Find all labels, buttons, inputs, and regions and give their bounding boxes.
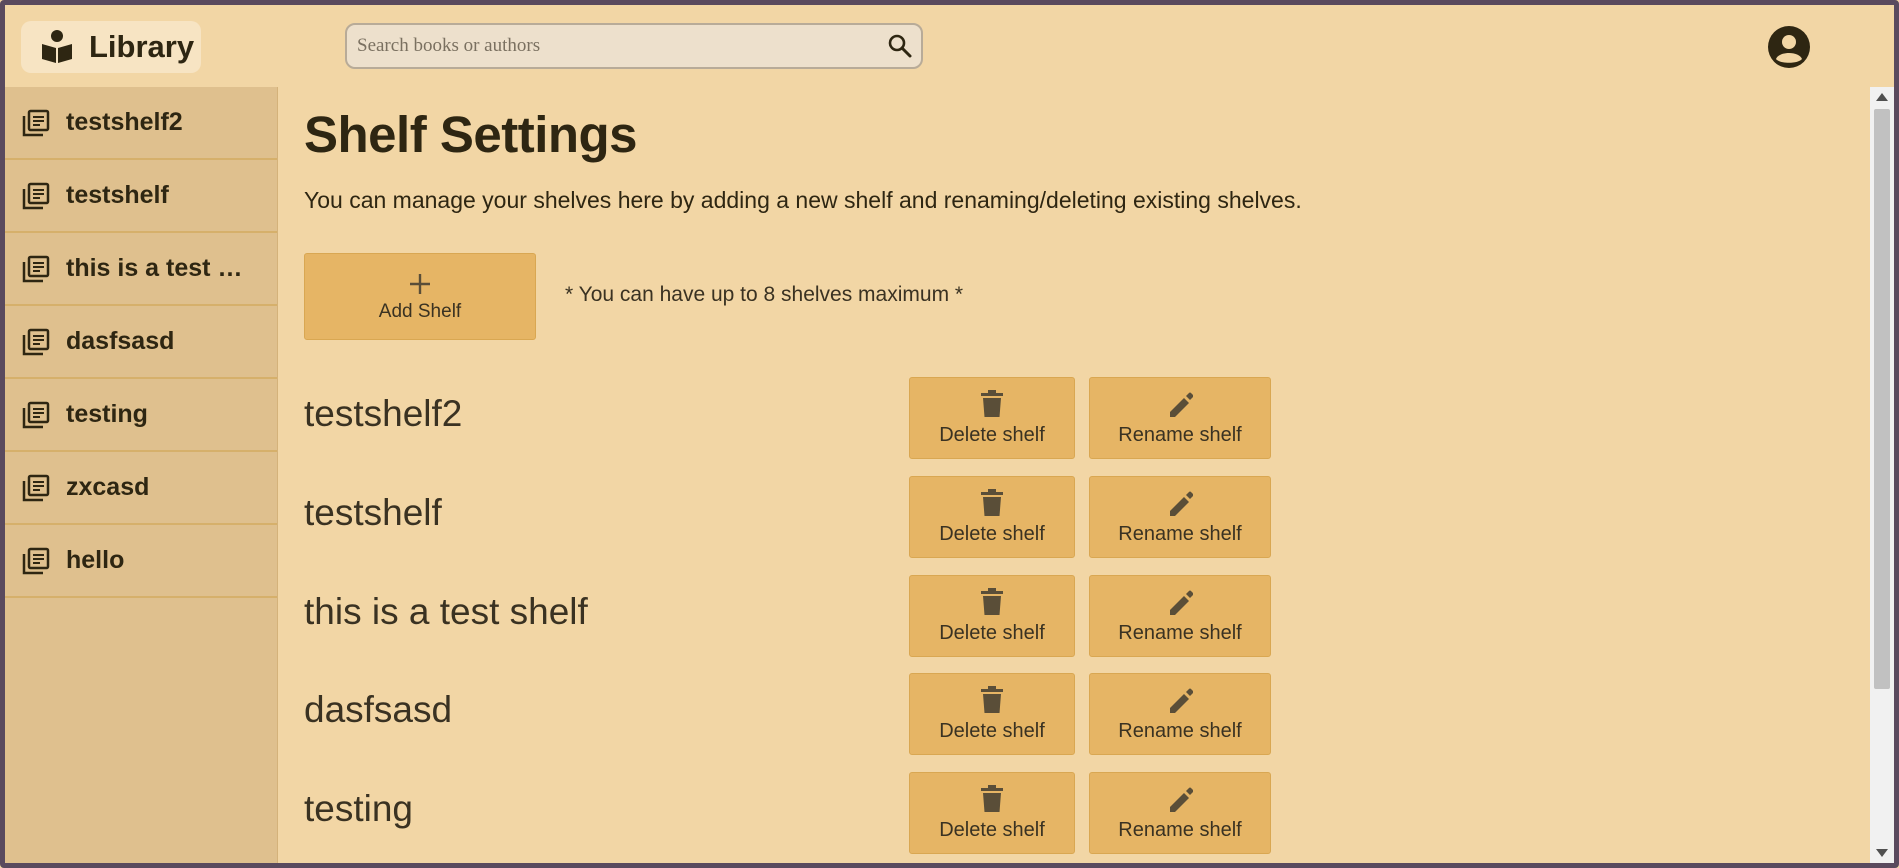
trash-icon [981,389,1003,417]
pencil-icon [1170,491,1193,516]
shelf-row: testshelf2 Delete shelf Rename shelf [304,377,1304,459]
rename-shelf-button[interactable]: Rename shelf [1089,673,1271,755]
top-header: Library [5,5,1894,87]
delete-shelf-button[interactable]: Delete shelf [909,476,1075,558]
rename-shelf-button[interactable]: Rename shelf [1089,377,1271,459]
sidebar-item-label: this is a test sh... [66,254,256,282]
sidebar-item-this-is-a-test-shelf[interactable]: this is a test sh... [5,233,277,306]
rename-shelf-button[interactable]: Rename shelf [1089,575,1271,657]
plus-icon [410,273,430,294]
library-books-icon [22,547,50,574]
pencil-icon [1170,392,1193,417]
search-icon[interactable] [887,33,913,59]
library-books-icon [22,109,50,136]
sidebar-item-hello[interactable]: hello [5,525,277,598]
sidebar-item-label: testshelf [66,181,169,209]
sidebar-item-label: testshelf2 [66,108,183,136]
trash-icon [981,784,1003,812]
trash-icon [981,587,1003,615]
delete-shelf-button[interactable]: Delete shelf [909,673,1075,755]
sidebar-item-label: testing [66,400,148,428]
rename-shelf-label: Rename shelf [1118,423,1242,446]
delete-shelf-button[interactable]: Delete shelf [909,772,1075,854]
shelf-name: testshelf2 [304,393,463,434]
library-books-icon [22,474,50,501]
book-reader-icon [42,30,72,63]
sidebar-item-zxcasd[interactable]: zxcasd [5,452,277,525]
library-logo[interactable]: Library [21,21,201,73]
delete-shelf-label: Delete shelf [939,423,1045,446]
add-shelf-button[interactable]: Add Shelf [304,253,536,340]
app-name: Library [89,29,195,64]
library-books-icon [22,255,50,282]
sidebar-item-dasfsasd[interactable]: dasfsasd [5,306,277,379]
scroll-down-arrow-icon[interactable] [1876,849,1888,857]
pencil-icon [1170,590,1193,615]
pencil-icon [1170,688,1193,713]
page-description: You can manage your shelves here by addi… [304,187,1302,213]
pencil-icon [1170,787,1193,812]
search-input[interactable] [355,24,887,68]
shelf-name: testshelf [304,492,442,533]
sidebar-item-testing[interactable]: testing [5,379,277,452]
rename-shelf-label: Rename shelf [1118,818,1242,841]
add-shelf-label: Add Shelf [378,300,462,322]
vertical-scrollbar[interactable] [1870,87,1894,863]
delete-shelf-label: Delete shelf [939,818,1045,841]
sidebar-item-label: hello [66,546,125,574]
rename-shelf-label: Rename shelf [1118,522,1242,545]
shelf-name: dasfsasd [304,689,453,730]
main-content: Shelf Settings You can manage your shelv… [278,87,1870,863]
library-books-icon [22,328,50,355]
rename-shelf-label: Rename shelf [1118,719,1242,742]
delete-shelf-button[interactable]: Delete shelf [909,377,1075,459]
trash-icon [981,685,1003,713]
scrollbar-thumb[interactable] [1874,109,1890,689]
trash-icon [981,488,1003,516]
library-books-icon [22,182,50,209]
delete-shelf-label: Delete shelf [939,621,1045,644]
page-title: Shelf Settings [304,106,638,163]
rename-shelf-button[interactable]: Rename shelf [1089,476,1271,558]
library-books-icon [22,401,50,428]
shelf-row: testing Delete shelf Rename shelf [304,772,1304,854]
scroll-up-arrow-icon[interactable] [1876,93,1888,101]
delete-shelf-label: Delete shelf [939,719,1045,742]
shelf-row: testshelf Delete shelf Rename shelf [304,476,1304,558]
sidebar-item-testshelf[interactable]: testshelf [5,160,277,233]
sidebar: testshelf2 testshelf this is a test sh..… [5,87,278,863]
shelf-row: this is a test shelf Delete shelf Rename… [304,575,1304,657]
delete-shelf-label: Delete shelf [939,522,1045,545]
shelf-name: this is a test shelf [304,591,588,632]
search-bar [345,23,923,69]
delete-shelf-button[interactable]: Delete shelf [909,575,1075,657]
shelf-limit-note: * You can have up to 8 shelves maximum * [565,283,964,306]
shelf-name: testing [304,788,414,829]
user-avatar-icon[interactable] [1767,25,1811,69]
sidebar-item-label: dasfsasd [66,327,175,355]
shelf-row: dasfsasd Delete shelf Rename shelf [304,673,1304,755]
sidebar-item-label: zxcasd [66,473,150,501]
rename-shelf-button[interactable]: Rename shelf [1089,772,1271,854]
rename-shelf-label: Rename shelf [1118,621,1242,644]
sidebar-item-testshelf2[interactable]: testshelf2 [5,87,277,160]
